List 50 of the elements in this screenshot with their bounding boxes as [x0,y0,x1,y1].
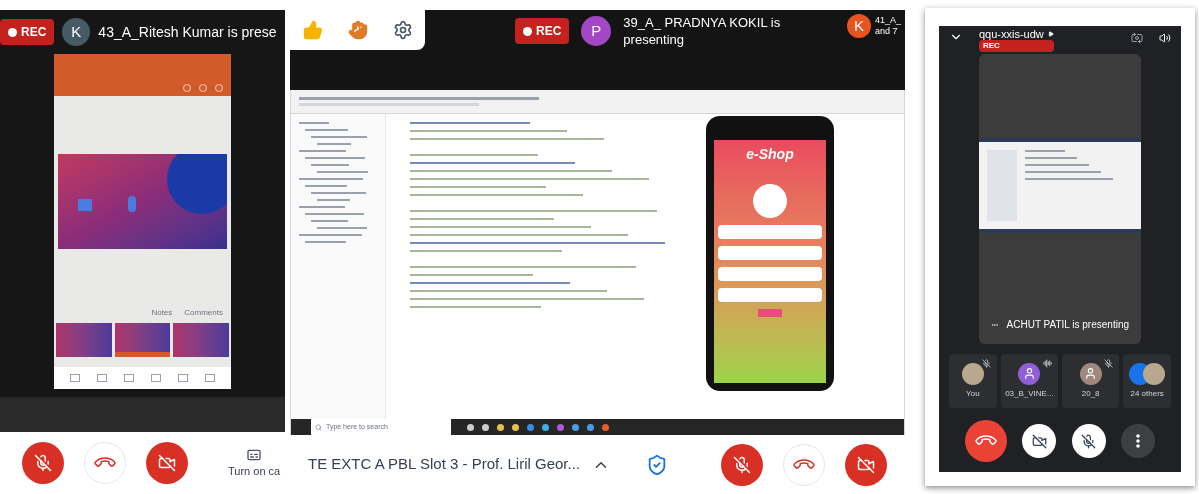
raised-hand-icon[interactable] [347,20,368,40]
participant-name: 24 others [1130,387,1164,400]
participant-tile[interactable]: 24 others [1123,354,1171,408]
play-icon[interactable] [1047,31,1054,37]
more-icon [1136,434,1141,448]
switch-camera-icon[interactable] [1131,32,1143,44]
meeting-title[interactable]: TE EXTC A PBL Slot 3 - Prof. Liril Geor... [308,453,581,476]
recording-badge: REC [515,18,570,44]
photo-placeholder [961,362,984,385]
microphone-off-icon [34,454,52,472]
more-options-button[interactable] [1121,424,1156,458]
presenter-label: presenting [623,31,686,48]
camera-off-icon [857,455,875,474]
notes-label[interactable]: Notes [151,307,173,319]
participant-name: 20_8 [1081,387,1100,400]
slide-thumbnail[interactable] [56,323,112,357]
camera-off-icon [1031,433,1047,449]
avatar: P [581,16,612,46]
participant-label: 41_A_ [874,15,901,26]
slide-thumbnail[interactable] [114,323,171,357]
participant-name: You [966,387,980,400]
captions-label[interactable]: Turn on ca [228,462,281,480]
microphone-off-icon [733,455,751,474]
settings-icon[interactable] [392,20,413,40]
presenter-label: 43_A_Ritesh Kumar is prese [98,22,277,42]
search-icon [315,423,322,431]
presenting-label: ACHUT PATIL is presenting [1006,318,1129,332]
avatar: K [62,18,91,46]
microphone-off-icon [1081,433,1097,449]
speaker-icon[interactable] [1159,32,1171,44]
profile-picture-placeholder [753,184,787,218]
presenter-label: 39_A_ PRADNYA KOKIL is [623,14,781,31]
group-avatars-drawing [1129,362,1166,385]
participant-label: and 7 [874,26,899,37]
camera-off-icon [158,454,176,472]
camera-button[interactable] [1022,424,1057,458]
participant-tile[interactable]: 20_8 [1062,354,1120,408]
recording-badge: REC [0,19,55,45]
microphone-button[interactable] [1071,424,1106,458]
thumbs-up-icon[interactable] [302,20,323,40]
meeting-code[interactable]: qqu-xxis-udw [979,28,1044,40]
comments-label[interactable]: Comments [184,307,223,319]
recording-badge: REC [979,40,1054,52]
participant-name: 03_B_VINE... [1005,387,1054,400]
avatar: K [846,14,871,38]
participant-tile[interactable]: 03_B_VINE... [1000,354,1058,408]
slide-thumbnail[interactable] [173,323,229,357]
participant-tile[interactable]: You [949,354,997,408]
hang-up-button[interactable] [964,420,1007,462]
app-title: e-Shop [746,145,794,164]
